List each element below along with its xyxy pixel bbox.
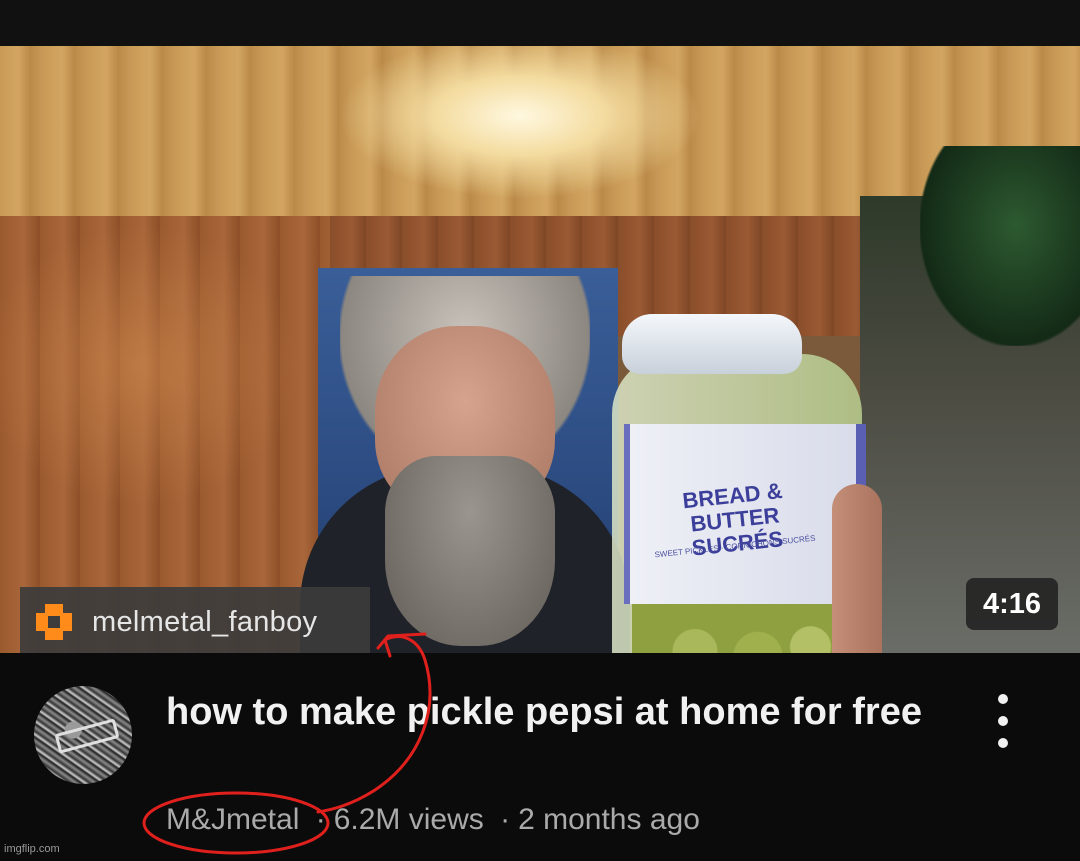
- pickle-jar: BREAD & BUTTER SUCRÉS SWEET PICKLES · CO…: [612, 314, 882, 653]
- meta-separator: ·: [500, 803, 511, 836]
- view-count: 6.2M views: [333, 803, 484, 836]
- more-vertical-icon[interactable]: [986, 694, 1020, 748]
- plant: [920, 146, 1080, 346]
- video-title[interactable]: how to make pickle pepsi at home for fre…: [166, 685, 926, 740]
- avatar-logo: [54, 718, 120, 754]
- upload-age: 2 months ago: [518, 803, 700, 836]
- video-thumbnail[interactable]: BREAD & BUTTER SUCRÉS SWEET PICKLES · CO…: [0, 46, 1080, 653]
- video-meta: M&Jmetal · 6.2M views · 2 months ago: [166, 803, 926, 837]
- channel-avatar[interactable]: [34, 686, 132, 784]
- orange-badge-icon: [34, 602, 74, 642]
- top-bar: [0, 0, 1080, 46]
- ceiling: [0, 46, 1080, 221]
- duration-badge: 4:16: [966, 578, 1058, 630]
- beard: [385, 456, 555, 646]
- watermark: melmetal_fanboy: [20, 587, 370, 657]
- channel-name[interactable]: M&Jmetal: [166, 803, 299, 836]
- jar-lid: [622, 314, 802, 374]
- pickles: [632, 604, 842, 653]
- watermark-username: melmetal_fanboy: [92, 605, 318, 638]
- meta-separator: ·: [315, 803, 326, 836]
- jar-label: BREAD & BUTTER SUCRÉS SWEET PICKLES · CO…: [624, 424, 866, 604]
- hand: [832, 484, 882, 653]
- imgflip-credit: imgflip.com: [4, 843, 60, 855]
